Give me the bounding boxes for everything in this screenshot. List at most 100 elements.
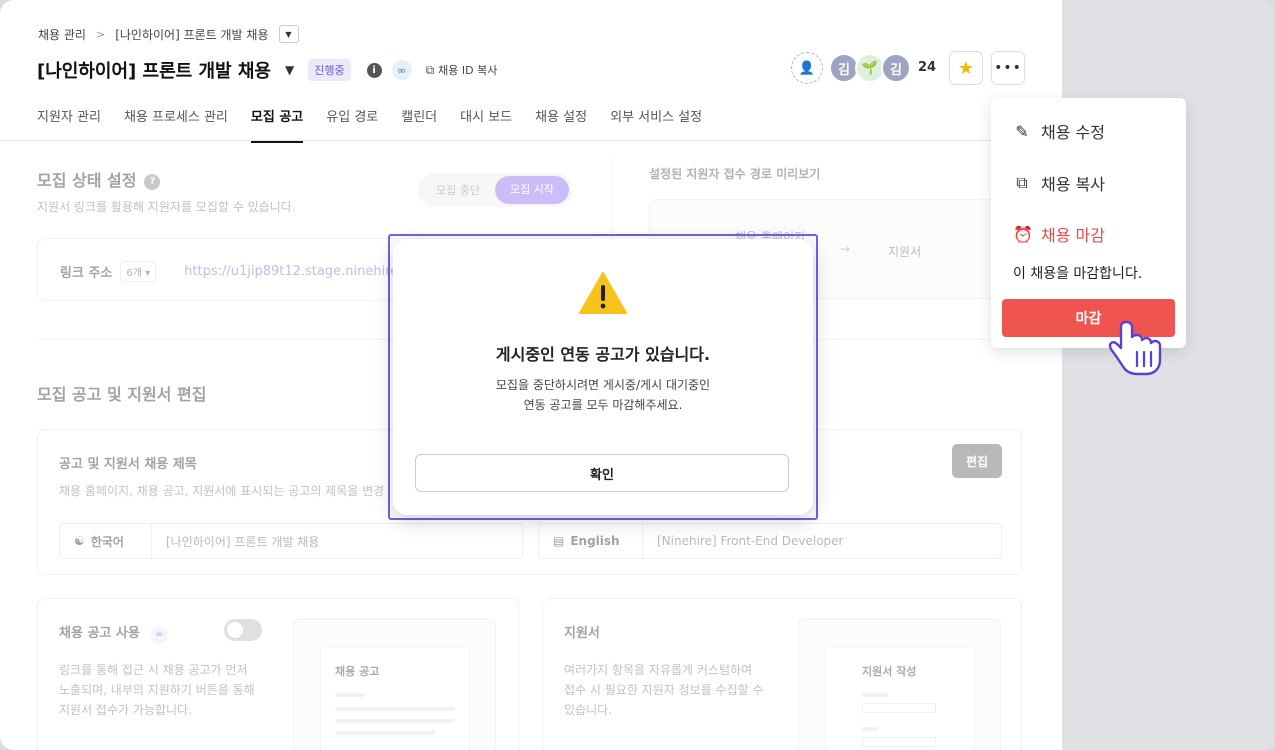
breadcrumb-root[interactable]: 채용 관리 [38, 26, 86, 43]
breadcrumb-current: [나인하이어] 프론트 개발 채용 [115, 27, 269, 42]
page-title: [나인하이어] 프론트 개발 채용 [37, 61, 271, 82]
arrow-right-icon: → [840, 242, 851, 256]
application-desc-line: 접수 시 필요한 지원자 정보를 수집할 수 [564, 683, 764, 697]
pencil-icon: ✎ [1015, 121, 1029, 141]
job-post-desc-line: 링크를 통해 접근 시 채용 공고가 먼저 [59, 663, 248, 677]
job-post-preview-title: 채용 공고 [335, 665, 380, 678]
preview-field [862, 703, 936, 713]
job-post-preview-inner: 채용 공고 [320, 646, 470, 750]
korean-title-value: [나인하이어] 프론트 개발 채용 [166, 534, 320, 549]
menu-item-copy-label: 채용 복사 [1041, 175, 1105, 194]
link-count-dropdown[interactable]: 6개 ▾ [120, 261, 157, 282]
warning-icon [579, 272, 627, 314]
status-badge: 진행중 [308, 59, 351, 81]
alarm-clock-icon: ⏰ [1013, 224, 1033, 244]
tab-job-posting[interactable]: 모집 공고 [250, 106, 304, 143]
preview-field [862, 737, 936, 747]
copy-id-button[interactable]: ⧉ 채용 ID 복사 [426, 62, 498, 78]
avatar: 김 [881, 53, 911, 83]
application-desc: 여러가지 항목을 자유롭게 커스텀하여 접수 시 필요한 지원자 정보를 수집할… [564, 660, 764, 720]
modal-desc: 모집을 중단하시려면 게시중/게시 대기중인 연동 공고를 모두 마감해주세요. [393, 375, 813, 415]
breadcrumb-dropdown-button[interactable]: ▼ [278, 25, 299, 43]
us-flag-icon: ▤ [553, 534, 565, 548]
lang-english: ▤ English [539, 524, 643, 558]
add-member-button[interactable]: 👤 [791, 52, 823, 84]
copy-icon: ⧉ [1016, 173, 1028, 192]
tab-dashboard[interactable]: 대시 보드 [460, 106, 512, 143]
more-options-button[interactable]: ••• [991, 51, 1025, 85]
lang-korean: ☯ 한국어 [60, 524, 152, 558]
recruit-status-section: 모집 상태 설정? [37, 167, 161, 191]
menu-item-edit-label: 채용 수정 [1041, 123, 1105, 142]
modal-desc-line: 모집을 중단하시려면 게시중/게시 대기중인 [495, 378, 711, 392]
job-post-preview: 채용 공고 [293, 619, 496, 750]
recruit-stop-option[interactable]: 모집 중단 [421, 182, 495, 198]
modal-desc-line: 연동 공고를 모두 마감해주세요. [523, 398, 683, 412]
recruit-status-title: 모집 상태 설정 [37, 171, 137, 190]
preview-title: 설정된 지원자 접수 경로 미리보기 [649, 167, 821, 181]
application-title: 지원서 [564, 626, 600, 641]
menu-item-close[interactable]: ⏰ 채용 마감 [1013, 222, 1105, 246]
tab-bar: 지원자 관리 채용 프로세스 관리 모집 공고 유입 경로 캘린더 대시 보드 … [37, 106, 702, 143]
app-frame: 채용 관리 > [나인하이어] 프론트 개발 채용 ▼ [나인하이어] 프론트 … [0, 0, 1275, 750]
copy-icon: ⧉ [425, 62, 435, 77]
link-icon[interactable]: ∞ [150, 626, 169, 644]
preview-target: 지원서 [888, 245, 922, 259]
tab-settings[interactable]: 채용 설정 [535, 106, 587, 143]
job-post-desc-line: 지원서 접수가 가능합니다. [59, 703, 192, 717]
app-window: 채용 관리 > [나인하이어] 프론트 개발 채용 ▼ [나인하이어] 프론트 … [0, 0, 1062, 750]
korean-title-field[interactable]: ☯ 한국어 [나인하이어] 프론트 개발 채용 [59, 523, 523, 559]
preview-bar [335, 719, 455, 723]
help-icon[interactable]: ? [144, 173, 161, 190]
job-post-desc-line: 노출되며, 내부의 지원하기 버튼을 통해 [59, 683, 255, 697]
more-horizontal-icon: ••• [994, 60, 1022, 76]
preview-bar [862, 693, 888, 697]
application-preview: 지원서 작성 [798, 619, 1001, 750]
favorite-button[interactable]: ★ [949, 51, 983, 85]
tab-inflow[interactable]: 유입 경로 [326, 106, 378, 143]
recruit-start-option[interactable]: 모집 시작 [495, 176, 569, 204]
star-icon: ★ [957, 57, 975, 79]
job-post-title-label: 채용 공고 사용 [59, 626, 140, 641]
member-avatars[interactable]: 김 🌱 김 [829, 53, 911, 83]
title-edit-label: 공고 및 지원서 채용 제목 [59, 457, 197, 472]
application-preview-inner: 지원서 작성 [825, 646, 975, 750]
posting-section-title: 모집 공고 및 지원서 편집 [37, 385, 207, 404]
application-desc-line: 여러가지 항목을 자유롭게 커스텀하여 [564, 663, 753, 677]
title-row: [나인하이어] 프론트 개발 채용 ▼ 진행중 i ∞ ⧉ 채용 ID 복사 [37, 57, 497, 83]
lang-english-label: English [570, 534, 620, 548]
menu-item-edit[interactable]: ✎ 채용 수정 [1013, 119, 1105, 143]
options-menu: ✎ 채용 수정 ⧉ 채용 복사 ⏰ 채용 마감 이 채용을 마감합니다. 마감 [991, 98, 1186, 348]
english-title-field[interactable]: ▤ English [Ninehire] Front-End Developer [538, 523, 1002, 559]
menu-item-copy[interactable]: ⧉ 채용 복사 [1013, 171, 1105, 195]
title-edit-desc: 채용 홈페이지, 채용 공고, 지원서에 표시되는 공고의 제목을 변경 [59, 484, 385, 498]
warning-modal: 게시중인 연동 공고가 있습니다. 모집을 중단하시려면 게시중/게시 대기중인… [393, 239, 813, 515]
menu-item-close-label: 채용 마감 [1041, 226, 1105, 245]
application-desc-line: 있습니다. [564, 703, 612, 717]
preview-bar [335, 707, 455, 711]
job-post-toggle[interactable] [224, 619, 262, 641]
close-note: 이 채용을 마감합니다. [1013, 266, 1143, 282]
hand-cursor-icon [1108, 320, 1162, 376]
breadcrumb: 채용 관리 > [나인하이어] 프론트 개발 채용 ▼ [38, 25, 299, 43]
recruit-status-toggle[interactable]: 모집 중단 모집 시작 [418, 173, 572, 207]
tab-applicants[interactable]: 지원자 관리 [37, 106, 101, 143]
recruit-status-desc: 지원서 링크를 활용해 지원자를 모집할 수 있습니다. [37, 200, 296, 214]
link-icon[interactable]: ∞ [391, 60, 412, 80]
edit-title-button[interactable]: 편집 [952, 444, 1002, 478]
confirm-button[interactable]: 확인 [415, 454, 789, 492]
application-preview-title: 지원서 작성 [862, 665, 917, 678]
copy-id-label: 채용 ID 복사 [438, 64, 498, 77]
preview-bar [335, 693, 365, 697]
preview-bar [335, 731, 435, 735]
member-count: 24 [918, 60, 937, 75]
tab-external-services[interactable]: 외부 서비스 설정 [610, 106, 702, 143]
link-url[interactable]: https://u1jip89t12.stage.ninehire [184, 264, 398, 279]
lang-korean-label: 한국어 [90, 534, 124, 549]
chevron-down-icon[interactable]: ▼ [285, 63, 294, 77]
modal-title: 게시중인 연동 공고가 있습니다. [495, 345, 711, 364]
info-icon[interactable]: i [366, 62, 382, 78]
job-post-title: 채용 공고 사용 ∞ [59, 622, 169, 644]
tab-calendar[interactable]: 캘린더 [401, 106, 437, 143]
tab-process[interactable]: 채용 프로세스 관리 [124, 106, 228, 143]
